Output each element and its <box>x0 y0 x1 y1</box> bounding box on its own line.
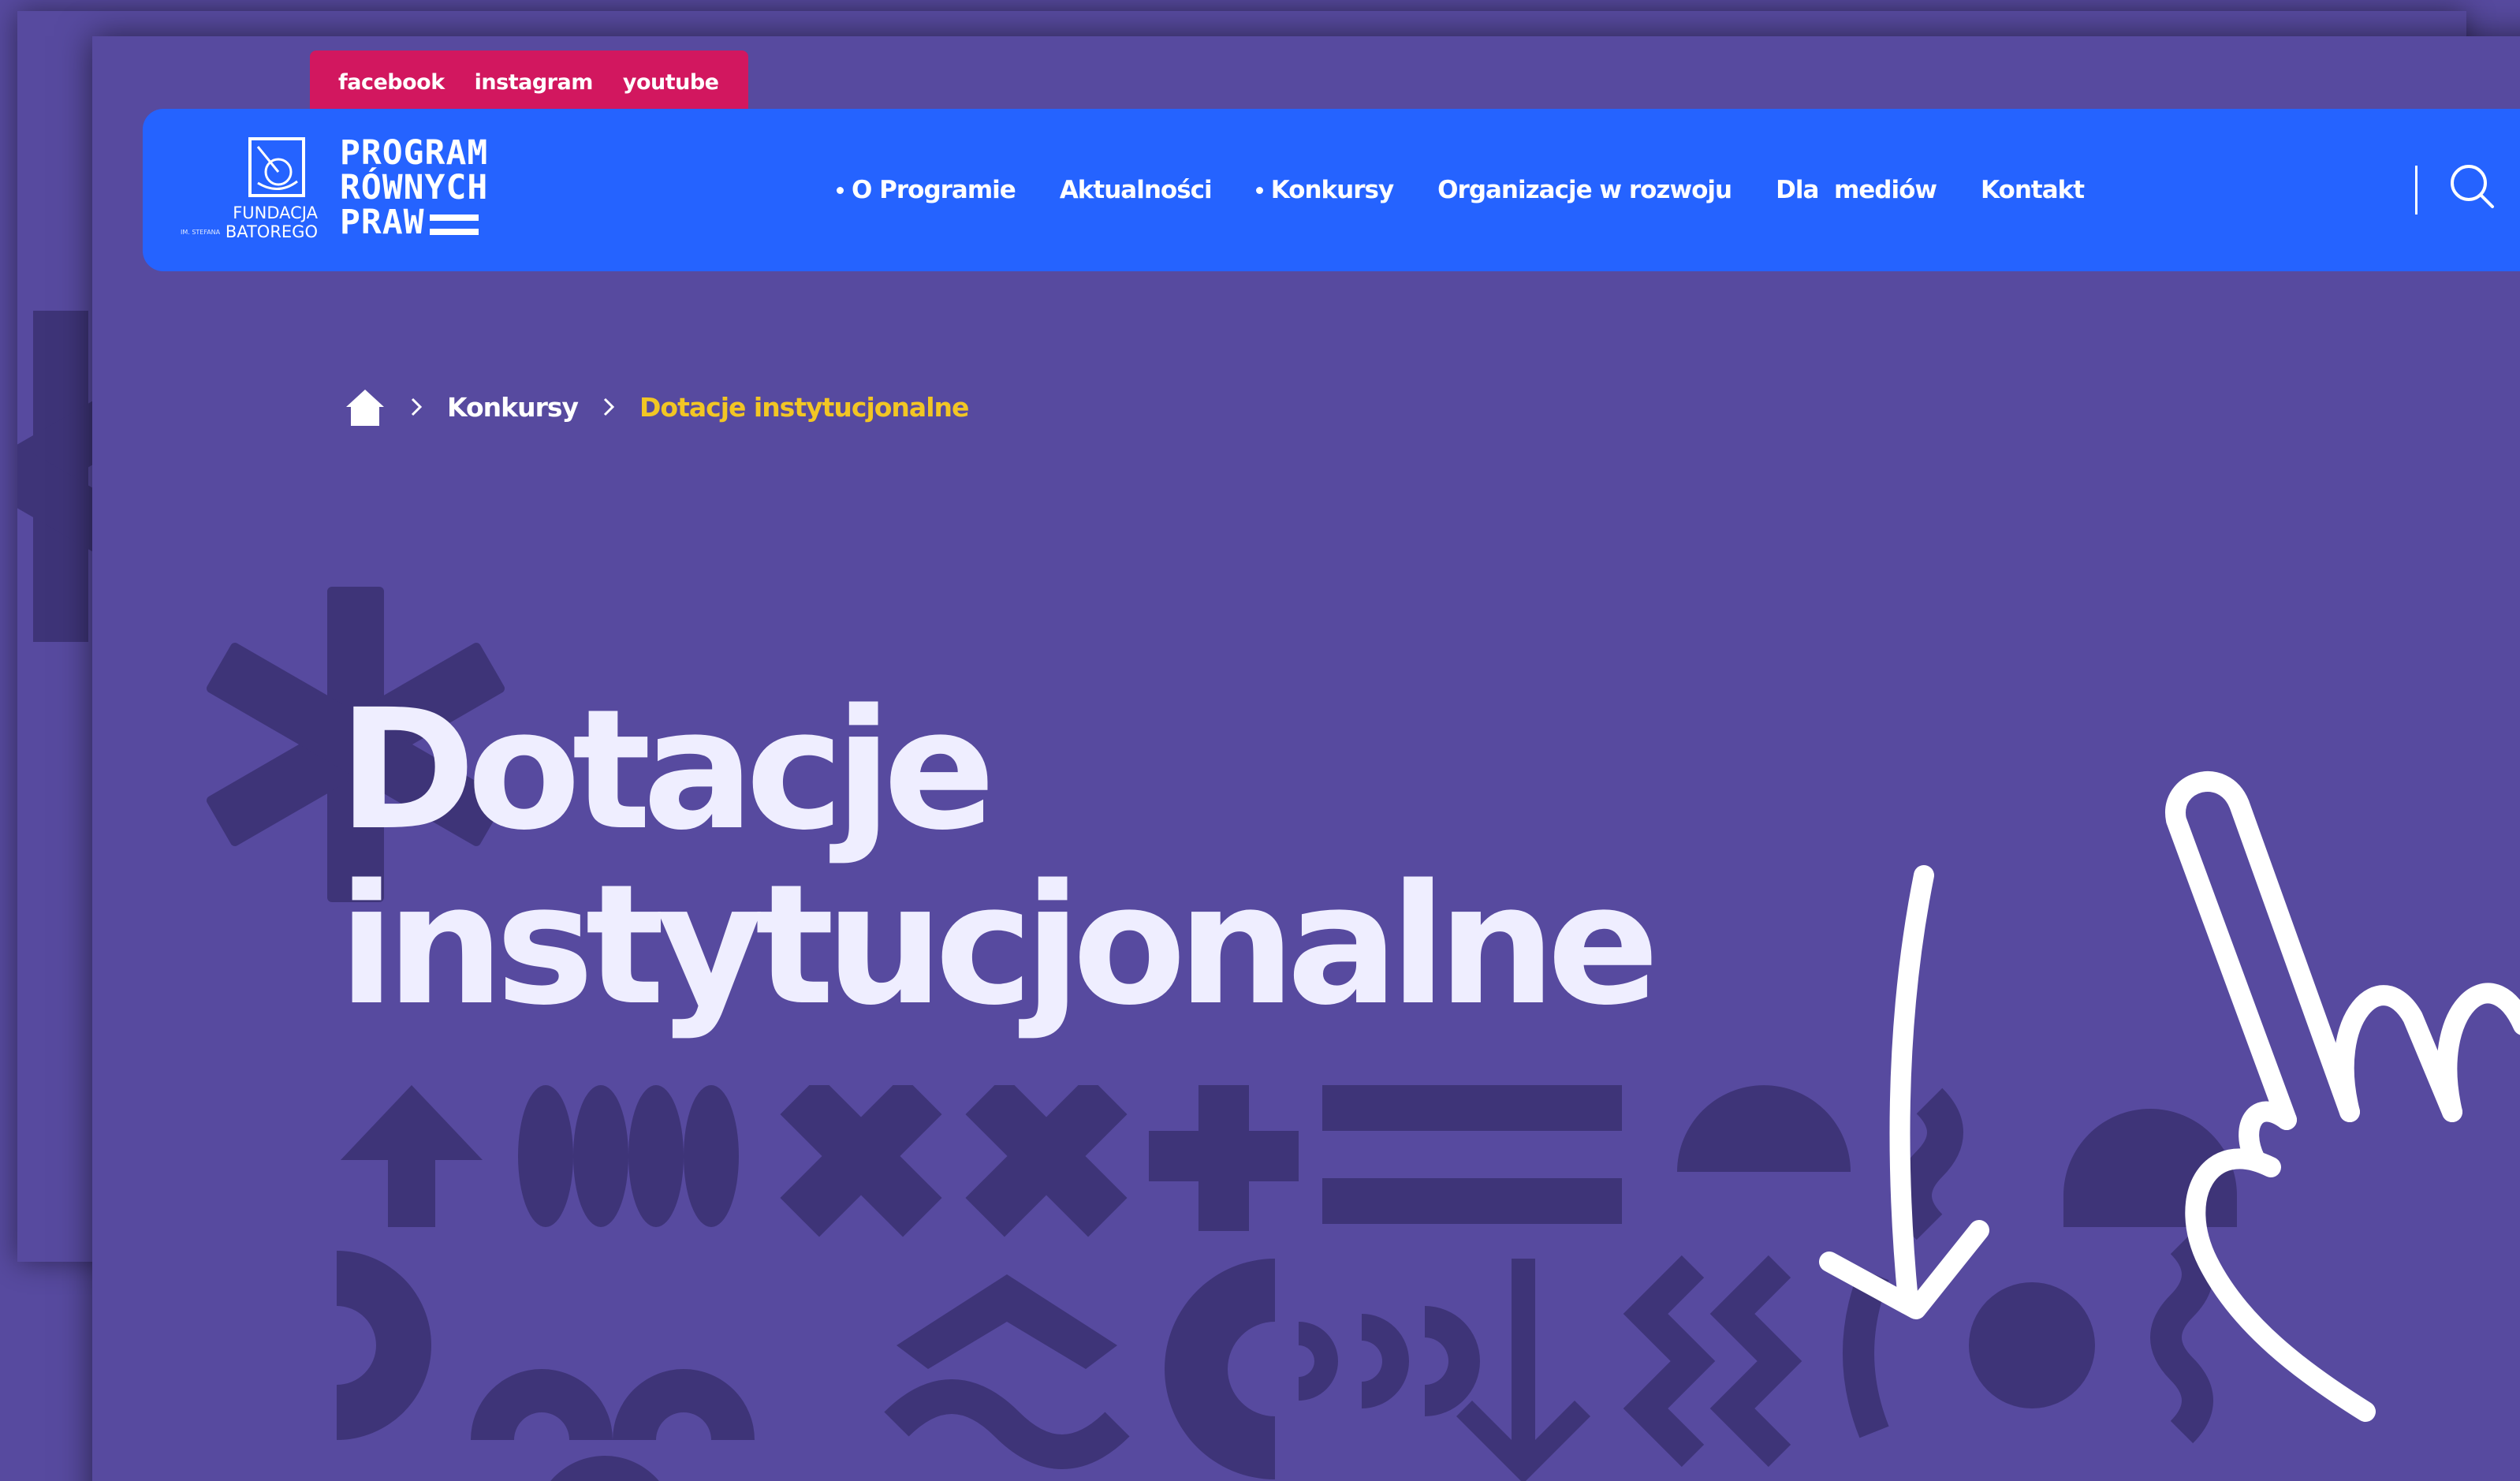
small-arc-shape <box>1299 1322 1338 1401</box>
nav-item-organizacje-w-rozwoju[interactable]: Organizacje w rozwoju <box>1437 176 1732 204</box>
arrow-up-shape <box>341 1085 483 1227</box>
program-rownych-praw-logo[interactable]: PROGRAM RÓWNYCH PRAW <box>340 136 513 240</box>
page-title-line1: Dotacje <box>338 673 996 867</box>
foundation-line2-text: BATOREGO <box>225 222 318 241</box>
program-line2: RÓWNYCH <box>340 168 489 207</box>
equals-shape-top <box>1322 1085 1622 1131</box>
program-line3: PRAW <box>340 203 425 242</box>
wave-shape <box>884 1379 1130 1469</box>
plus-shape <box>1149 1085 1299 1231</box>
screenshot-stage: facebook instagram youtube FUNDACJA IM. … <box>0 0 2520 1481</box>
fundacja-batorego-logo[interactable]: FUNDACJA IM. STEFANA BATOREGO <box>171 136 318 246</box>
oval-shape <box>573 1085 628 1227</box>
small-arc-shape <box>1425 1306 1480 1416</box>
arch-shape <box>613 1369 755 1440</box>
small-arc-shape <box>1362 1314 1409 1408</box>
arch-shape <box>550 1456 659 1481</box>
chevron-right-icon <box>603 397 615 416</box>
breadcrumb: Konkursy Dotacje instytucjonalne <box>345 386 969 427</box>
nav-item-label: O Programie <box>852 176 1016 204</box>
submenu-dot-icon <box>1255 186 1263 194</box>
foundation-emblem-icon <box>248 137 305 197</box>
foundation-name: FUNDACJA IM. STEFANA BATOREGO <box>171 203 318 242</box>
youtube-link[interactable]: youtube <box>623 70 719 95</box>
nav-item-konkursy[interactable]: Konkursy <box>1255 176 1394 204</box>
chevron-right-icon <box>411 397 423 416</box>
facebook-link[interactable]: facebook <box>338 70 445 95</box>
program-line1: PROGRAM <box>340 133 489 173</box>
oval-shape <box>518 1085 573 1227</box>
arch-shape <box>471 1369 613 1440</box>
crescent-shape <box>1165 1259 1275 1479</box>
site-header: FUNDACJA IM. STEFANA BATOREGO PROGRAM RÓ… <box>143 109 2520 271</box>
nav-item-label: Dla mediów <box>1776 176 1937 204</box>
scroll-hint-hand-icon <box>1819 771 2520 1422</box>
nav-item-label: Konkursy <box>1270 176 1394 204</box>
nav-item-label: Aktualności <box>1059 176 1213 204</box>
breadcrumb-konkursy[interactable]: Konkursy <box>447 392 579 423</box>
nav-item-label: Organizacje w rozwoju <box>1437 176 1732 204</box>
cross-shape <box>965 1085 1128 1237</box>
program-line3-wrap: PRAW <box>340 205 513 240</box>
header-divider <box>2415 166 2417 215</box>
foundation-small-text: IM. STEFANA <box>180 229 221 236</box>
nav-item-aktualnosci[interactable]: Aktualności <box>1059 176 1213 204</box>
submenu-dot-icon <box>837 186 844 194</box>
crescent-shape <box>337 1251 431 1440</box>
nav-item-label: Kontakt <box>1981 176 2085 204</box>
page-title-line2: instytucjonalne <box>338 849 1660 1042</box>
equals-shape-bottom <box>1322 1178 1622 1224</box>
oval-shape <box>628 1085 684 1227</box>
nav-item-kontakt[interactable]: Kontakt <box>1981 176 2085 204</box>
page-title: Dotacje instytucjonalne <box>338 673 1660 1042</box>
nav-item-dla-mediow[interactable]: Dla mediów <box>1776 176 1937 204</box>
scroll-arrow-shaft <box>1889 865 1934 1311</box>
oval-shape <box>684 1085 739 1227</box>
chevron-shape <box>897 1274 1117 1369</box>
breadcrumb-current: Dotacje instytucjonalne <box>639 391 969 423</box>
social-links-bar: facebook instagram youtube <box>310 50 748 114</box>
nav-item-o-programie[interactable]: O Programie <box>837 176 1016 204</box>
instagram-link[interactable]: instagram <box>475 70 594 95</box>
zigzag-shape <box>1623 1255 1716 1468</box>
search-icon <box>2451 165 2494 208</box>
cross-shape <box>780 1085 942 1237</box>
zigzag-shape <box>1709 1255 1802 1468</box>
home-icon[interactable] <box>345 386 386 427</box>
equals-sign-icon <box>429 214 479 235</box>
foundation-line2: IM. STEFANA BATOREGO <box>171 222 318 242</box>
main-navigation: O Programie Aktualności Konkursy Organiz… <box>837 109 2085 271</box>
search-button[interactable] <box>2442 156 2505 219</box>
foundation-line1: FUNDACJA <box>233 203 318 222</box>
